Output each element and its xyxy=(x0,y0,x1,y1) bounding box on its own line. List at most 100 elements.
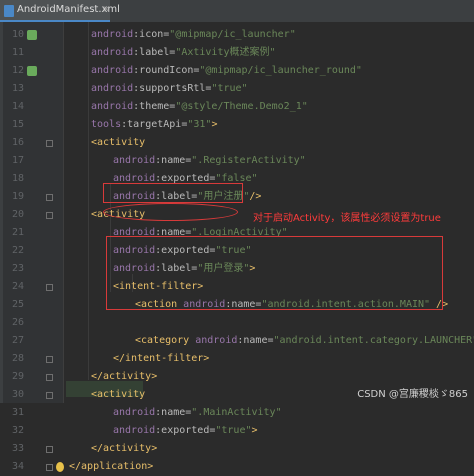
code-line[interactable]: android:icon="@mipmap/ic_launcher" xyxy=(91,26,296,44)
highlight-box-intent-filter xyxy=(106,236,443,310)
line-number-gutter: 1011121314151617181920212223242526272829… xyxy=(3,22,64,403)
line-number: 25 xyxy=(6,296,24,314)
close-icon[interactable]: × xyxy=(102,4,110,15)
line-number: 13 xyxy=(6,80,24,98)
line-number: 27 xyxy=(6,332,24,350)
code-token-val: "@mipmap/ic_launcher" xyxy=(169,29,295,40)
tab-androidmanifest[interactable]: AndroidManifest.xml × xyxy=(0,0,110,22)
line-number: 23 xyxy=(6,260,24,278)
code-line[interactable]: tools:targetApi="31"> xyxy=(91,116,217,134)
code-line[interactable]: android:name=".RegisterActivity" xyxy=(113,152,306,170)
fold-marker-icon[interactable] xyxy=(46,356,53,363)
code-token-tag: <activity xyxy=(91,389,145,400)
fold-marker-icon[interactable] xyxy=(46,374,53,381)
fold-marker-icon[interactable] xyxy=(46,212,53,219)
code-token-val: "@style/Theme.Demo2_1" xyxy=(175,101,307,112)
fold-marker-icon[interactable] xyxy=(46,194,53,201)
code-token-tag: </activity> xyxy=(91,371,157,382)
indent-guide xyxy=(88,22,89,380)
code-token-attr: :supportsRtl= xyxy=(133,83,211,94)
code-line[interactable]: </application> xyxy=(69,458,153,476)
fold-marker-icon[interactable] xyxy=(46,392,53,399)
code-token-val: "Axtivity概述案例" xyxy=(175,47,275,58)
line-number: 29 xyxy=(6,368,24,386)
line-number: 19 xyxy=(6,188,24,206)
code-token-attr: :label= xyxy=(133,47,175,58)
fold-marker-icon[interactable] xyxy=(46,140,53,147)
code-token-tag: <category xyxy=(135,335,195,346)
code-token-attr: :roundIcon= xyxy=(133,65,199,76)
code-token-ns: android xyxy=(91,83,133,94)
code-line[interactable]: android:roundIcon="@mipmap/ic_launcher_r… xyxy=(91,62,362,80)
code-token-ns: android xyxy=(91,101,133,112)
code-token-ns: android xyxy=(113,407,155,418)
code-token-attr: :targetApi= xyxy=(121,119,187,130)
xml-file-icon xyxy=(4,5,14,17)
lightbulb-icon[interactable] xyxy=(56,462,64,472)
line-number: 31 xyxy=(6,404,24,422)
code-token-tag: </intent-filter> xyxy=(113,353,209,364)
android-resource-icon[interactable] xyxy=(27,66,37,76)
code-line[interactable]: android:supportsRtl="true" xyxy=(91,80,248,98)
fold-marker-icon[interactable] xyxy=(46,464,53,471)
line-number: 10 xyxy=(6,26,24,44)
line-number: 28 xyxy=(6,350,24,368)
code-token-ns: android xyxy=(195,335,237,346)
line-number: 18 xyxy=(6,170,24,188)
code-token-tag: > xyxy=(211,119,217,130)
code-token-tag: </activity> xyxy=(91,443,157,454)
code-token-attr: :name= xyxy=(155,407,191,418)
editor-tab-bar: AndroidManifest.xml × xyxy=(0,0,474,22)
code-token-tag: > xyxy=(252,425,258,436)
annotation-note: 对于启动Activity，该属性必须设置为true xyxy=(253,209,441,224)
code-token-ns: android xyxy=(113,155,155,166)
code-token-attr: :name= xyxy=(155,155,191,166)
code-token-val: "@mipmap/ic_launcher_round" xyxy=(199,65,362,76)
watermark: CSDN @宫廉稷棪ゞ865 xyxy=(357,385,468,400)
line-number: 21 xyxy=(6,224,24,242)
code-line[interactable]: android:label="Axtivity概述案例" xyxy=(91,44,276,62)
fold-marker-icon[interactable] xyxy=(46,446,53,453)
code-token-val: ".RegisterActivity" xyxy=(191,155,305,166)
code-token-ns: android xyxy=(91,47,133,58)
code-token-ns: android xyxy=(91,65,133,76)
code-token-ns: tools xyxy=(91,119,121,130)
line-number: 30 xyxy=(6,386,24,404)
highlight-ellipse-exported xyxy=(103,203,238,221)
code-token-val: "true" xyxy=(215,425,251,436)
code-line[interactable]: <category android:name="android.intent.c… xyxy=(135,332,474,350)
code-line[interactable]: android:exported="true"> xyxy=(113,422,258,440)
fold-marker-icon[interactable] xyxy=(46,284,53,291)
line-number: 34 xyxy=(6,458,24,476)
code-token-attr: :exported= xyxy=(155,425,215,436)
highlight-box-login-name xyxy=(103,183,243,203)
line-number: 14 xyxy=(6,98,24,116)
code-token-attr: :theme= xyxy=(133,101,175,112)
line-number: 15 xyxy=(6,116,24,134)
line-number: 33 xyxy=(6,440,24,458)
line-number: 20 xyxy=(6,206,24,224)
line-number: 24 xyxy=(6,278,24,296)
line-number: 22 xyxy=(6,242,24,260)
line-number: 16 xyxy=(6,134,24,152)
code-token-tag: /> xyxy=(249,191,261,202)
line-number: 11 xyxy=(6,44,24,62)
code-token-tag: <activity xyxy=(91,137,145,148)
code-line[interactable]: </intent-filter> xyxy=(113,350,209,368)
code-token-val: "true" xyxy=(211,83,247,94)
code-token-attr: :name= xyxy=(237,335,273,346)
code-line[interactable]: <activity xyxy=(91,134,145,152)
code-token-val: "31" xyxy=(187,119,211,130)
code-token-attr: :icon= xyxy=(133,29,169,40)
line-number: 32 xyxy=(6,422,24,440)
code-line[interactable]: <activity xyxy=(91,386,145,404)
code-line[interactable]: android:theme="@style/Theme.Demo2_1" xyxy=(91,98,308,116)
code-line[interactable]: </activity> xyxy=(91,440,157,458)
android-resource-icon[interactable] xyxy=(27,30,37,40)
code-line[interactable]: android:name=".MainActivity" xyxy=(113,404,282,422)
code-line[interactable]: </activity> xyxy=(91,368,157,386)
code-token-val: "android.intent.category.LAUNCHER" xyxy=(274,335,474,346)
code-token-ns: android xyxy=(91,29,133,40)
line-number: 12 xyxy=(6,62,24,80)
code-token-ns: android xyxy=(113,425,155,436)
